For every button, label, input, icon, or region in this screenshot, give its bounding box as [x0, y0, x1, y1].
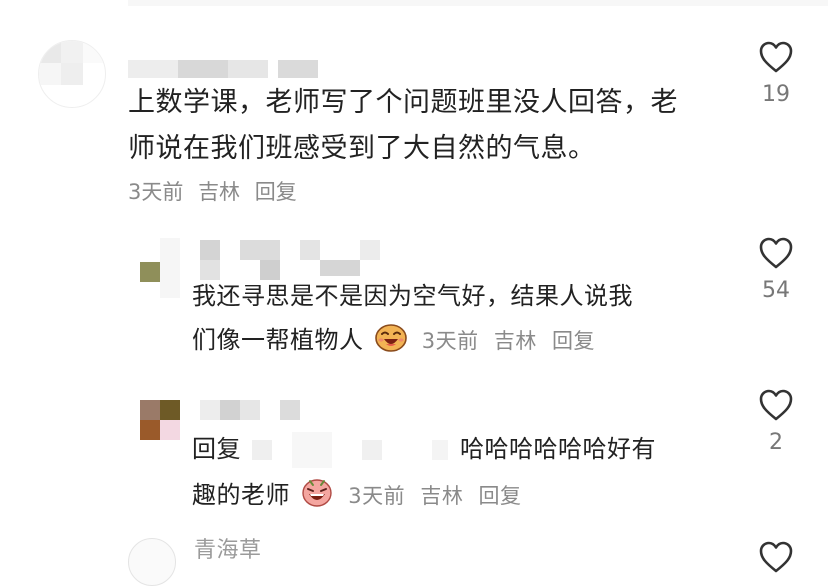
- comment-3-like-button[interactable]: 2: [746, 388, 806, 455]
- comment-4-username[interactable]: 青海草: [194, 536, 262, 566]
- comment-3-time: 3天前: [348, 484, 406, 508]
- comment-3-reply-prefix: 回复: [192, 435, 241, 463]
- comment-2-text-line2-row: 们像一帮植物人 3天前 吉林 回复: [192, 318, 732, 366]
- comment-1-like-count: 19: [762, 82, 790, 107]
- comment-3-meta: 3天前 吉林 回复: [348, 484, 529, 508]
- comment-1-text: 上数学课，老师写了个问题班里没人回答，老 师说在我们班感受到了大自然的气息。: [128, 80, 728, 172]
- comment-2-avatar[interactable]: [140, 262, 160, 282]
- comment-1-meta: 3天前 吉林 回复: [128, 176, 305, 206]
- comment-2-avatar-blur: [160, 238, 180, 298]
- heart-outline-icon: [759, 541, 793, 573]
- comment-2-time: 3天前: [421, 329, 479, 353]
- comment-3-text-line2: 趣的老师: [192, 481, 290, 509]
- comment-3-text-line2-row: 趣的老师 3天前 吉林 回复: [192, 472, 732, 522]
- comment-2-text-line1: 我还寻思是不是因为空气好，结果人说我: [192, 282, 633, 310]
- heart-outline-icon: [759, 41, 793, 73]
- comment-3-avatar[interactable]: [140, 400, 180, 440]
- comment-3-username-obscured[interactable]: [200, 400, 310, 420]
- comment-1-text-line2: 师说在我们班感受到了大自然的气息。: [128, 133, 596, 164]
- laughing-face-emoji: [374, 322, 408, 366]
- comment-2-like-count: 54: [762, 278, 790, 303]
- comment-4-like-button[interactable]: [746, 540, 806, 574]
- comment-1-username-obscured[interactable]: [128, 60, 328, 78]
- comment-2-like-button[interactable]: 54: [746, 236, 806, 303]
- comment-1-text-line1: 上数学课，老师写了个问题班里没人回答，老: [128, 87, 678, 118]
- grinning-face-emoji: [300, 476, 334, 522]
- comment-3-location: 吉林: [420, 484, 464, 508]
- comment-2-reply-button[interactable]: 回复: [552, 329, 595, 353]
- comment-1-avatar[interactable]: [38, 40, 106, 108]
- comment-1-location: 吉林: [198, 180, 241, 204]
- comment-2-text: 我还寻思是不是因为空气好，结果人说我 们像一帮植物人 3天前 吉林 回复: [192, 274, 732, 366]
- comment-3-reply-button[interactable]: 回复: [479, 484, 522, 508]
- comment-3-mention-obscured[interactable]: [252, 432, 452, 468]
- comment-2-location: 吉林: [493, 329, 537, 353]
- previous-comment-edge: [128, 0, 828, 6]
- comment-1-reply-button[interactable]: 回复: [255, 180, 297, 204]
- heart-outline-icon: [759, 389, 793, 421]
- comment-2-text-line2: 们像一帮植物人: [192, 326, 364, 354]
- comment-4-avatar[interactable]: [128, 538, 176, 586]
- comment-2-meta: 3天前 吉林 回复: [422, 329, 603, 353]
- comment-3-text: 回复 哈哈哈哈哈哈好有 趣的老师 3天前 吉林 回复: [192, 426, 732, 522]
- heart-outline-icon: [759, 237, 793, 269]
- comment-3-like-count: 2: [769, 430, 783, 455]
- comment-1-like-button[interactable]: 19: [746, 40, 806, 107]
- comment-3-text-tail: 哈哈哈哈哈哈好有: [460, 435, 656, 463]
- comment-1-time: 3天前: [128, 180, 184, 204]
- comment-3-text-line1-row: 回复 哈哈哈哈哈哈好有: [192, 426, 732, 472]
